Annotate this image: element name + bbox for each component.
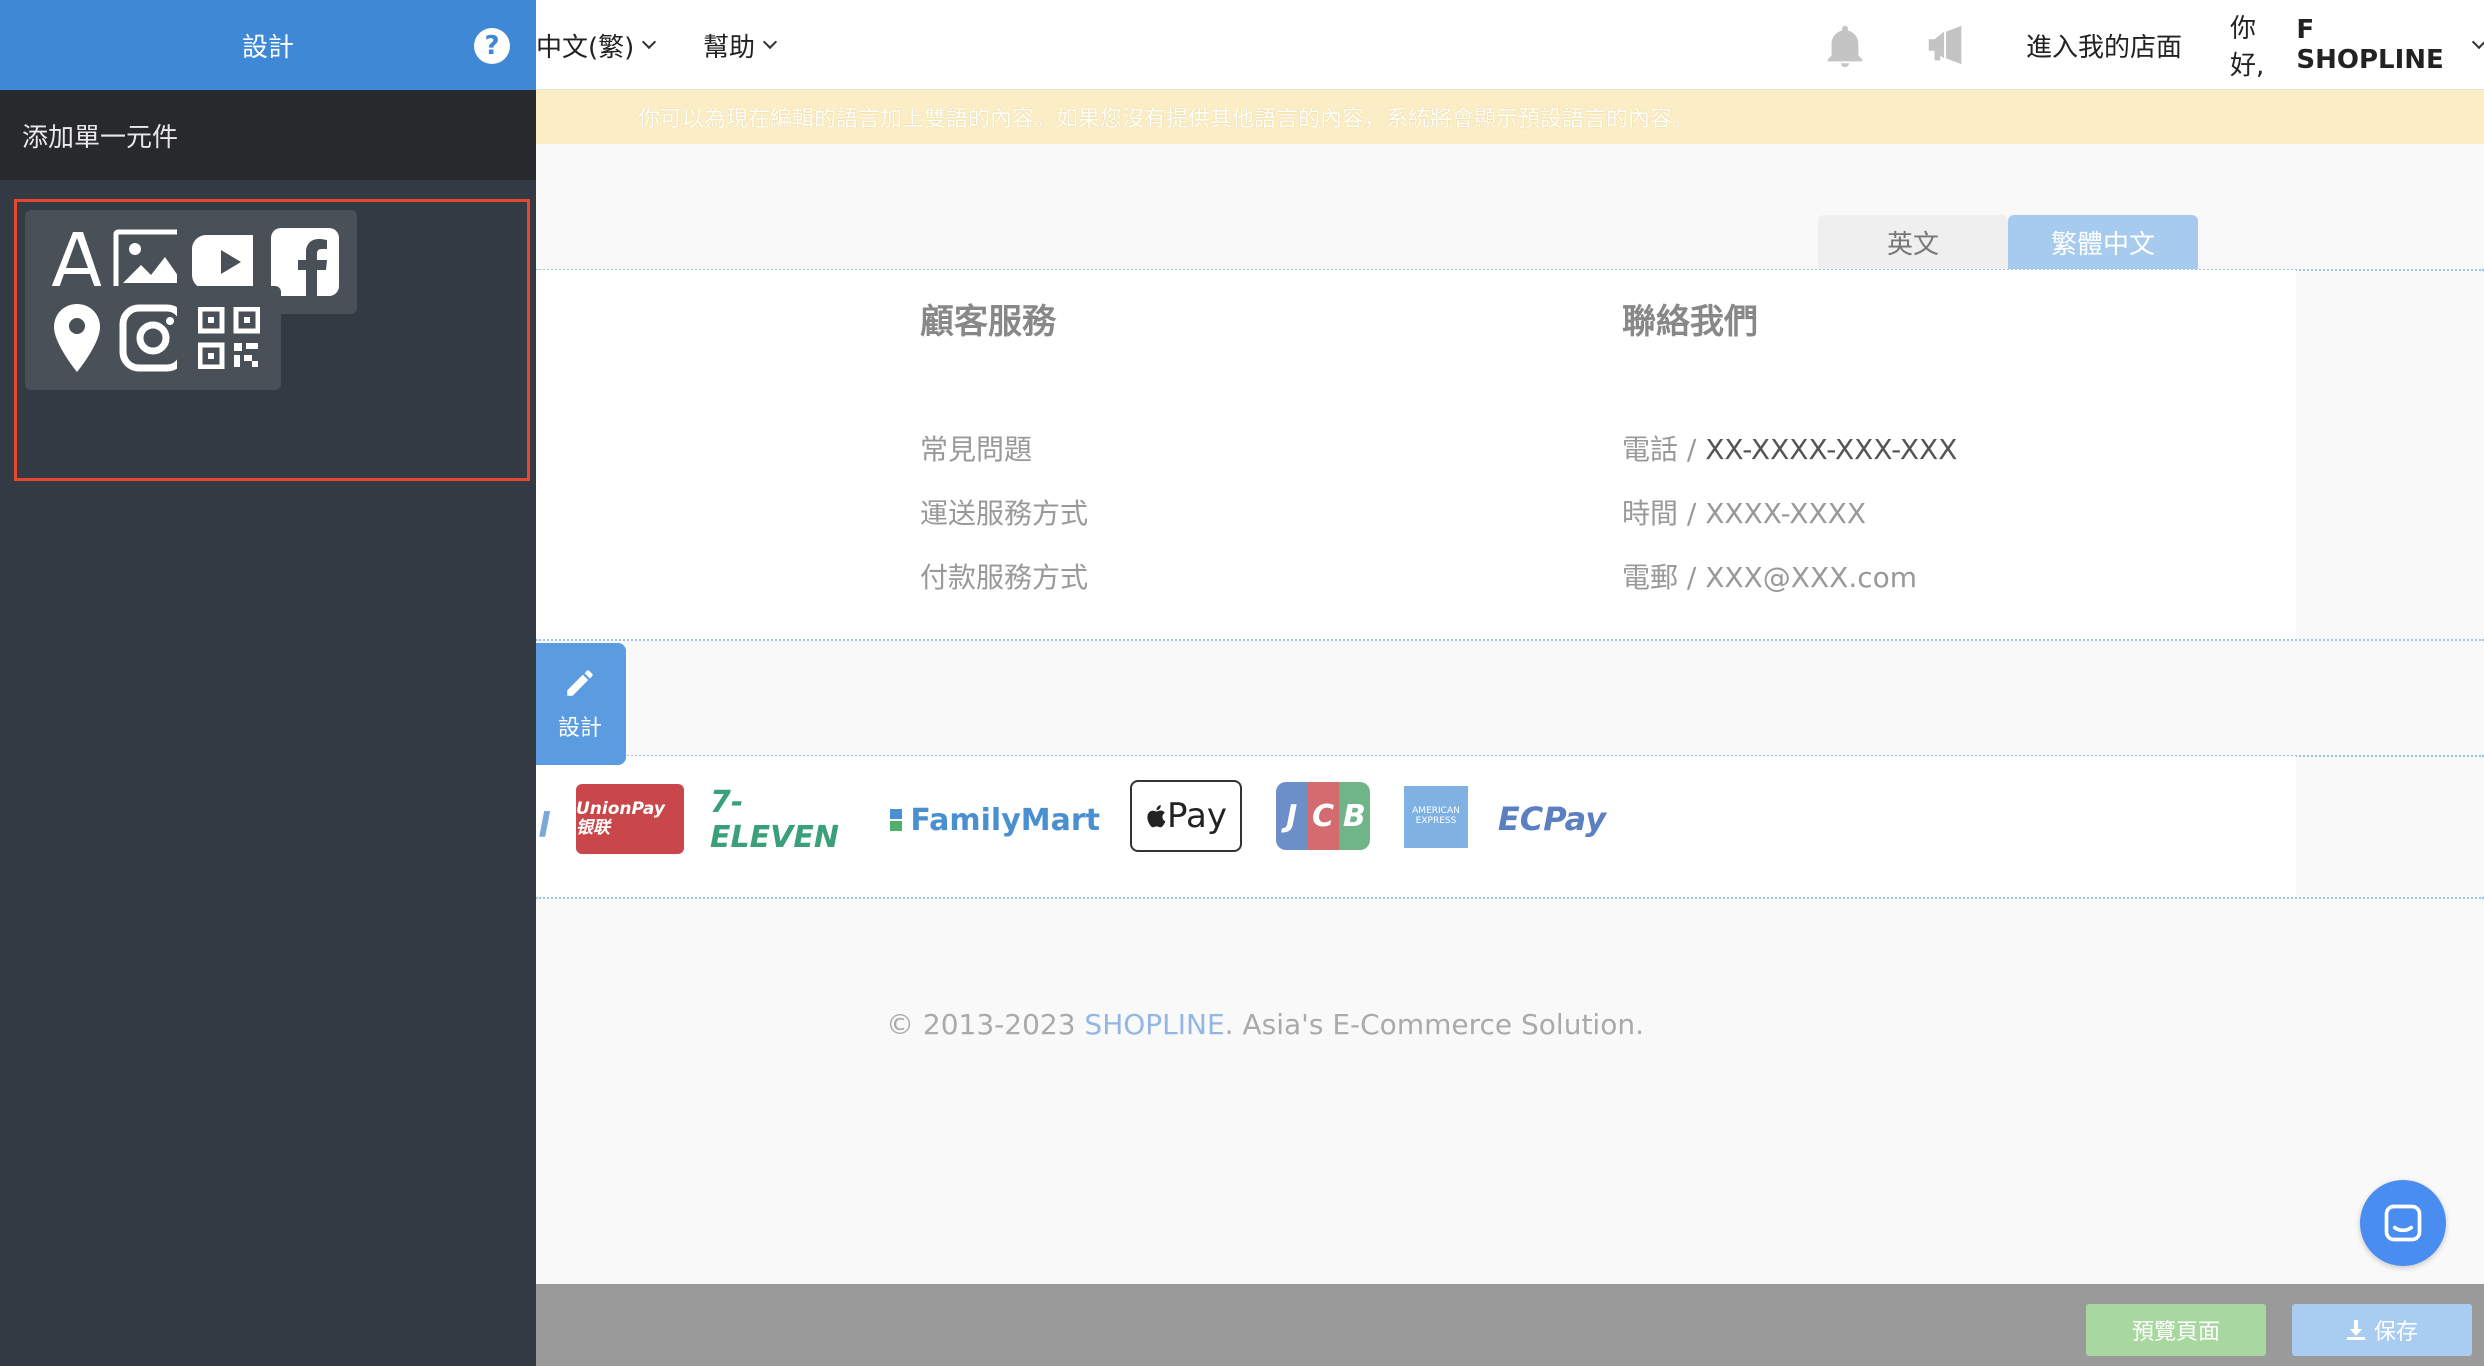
bell-icon[interactable]: [1822, 22, 1868, 70]
payment-link[interactable]: 付款服務方式: [920, 556, 1088, 596]
language-dropdown[interactable]: 中文(繁): [536, 0, 657, 90]
hours-value: XXXX-XXXX: [1705, 497, 1867, 530]
copyright-text: © 2013-2023 SHOPLINE. Asia's E-Commerce …: [886, 1008, 1644, 1041]
preview-page-button[interactable]: 預覽頁面: [2086, 1304, 2266, 1356]
jcb-logo: J C B: [1276, 782, 1370, 850]
phone-value: XX-XXXX-XXX-XXX: [1705, 433, 1958, 466]
widget-grid: [14, 199, 530, 481]
username-label: F SHOPLINE: [2296, 15, 2444, 75]
chevron-down-icon: [762, 34, 778, 50]
faq-link[interactable]: 常見問題: [920, 428, 1032, 468]
tab-traditional-chinese[interactable]: 繁體中文: [2008, 215, 2198, 269]
shipping-link[interactable]: 運送服務方式: [920, 492, 1088, 532]
ecpay-logo: ECPay: [1497, 800, 1607, 838]
user-menu[interactable]: 你好, F SHOPLINE: [2230, 0, 2484, 90]
help-label: 幫助: [703, 32, 756, 63]
hours-label: 時間 /: [1622, 497, 1706, 530]
chevron-down-icon: [642, 34, 657, 50]
save-label: 保存: [2373, 1320, 2418, 1345]
design-toggle-button[interactable]: 設計: [534, 643, 626, 765]
seven-eleven-logo: 7-ELEVEN: [710, 785, 839, 855]
chat-button[interactable]: [2360, 1180, 2446, 1266]
paypal-logo-partial: l: [538, 806, 550, 846]
email-label: 電郵 /: [1622, 561, 1706, 594]
customer-service-title: 顧客服務: [920, 302, 1056, 342]
shopline-link[interactable]: SHOPLINE: [1084, 1008, 1224, 1041]
qr-code-icon: [198, 307, 260, 369]
language-label: 中文(繁): [536, 32, 635, 63]
megaphone-icon[interactable]: [1922, 22, 1970, 68]
pencil-icon: [567, 670, 593, 696]
familymart-logo: FamilyMart: [890, 800, 1100, 840]
payment-logos-section[interactable]: l UnionPay 银联 7-ELEVEN FamilyMart Pay J …: [536, 756, 2296, 896]
phone-label: 電話 /: [1622, 433, 1706, 466]
add-element-label: 添加單一元件: [22, 122, 179, 153]
enter-store-link[interactable]: 進入我的店面: [2026, 0, 2182, 90]
amex-logo: AMERICAN EXPRESS: [1404, 786, 1468, 848]
footer-links-section[interactable]: 顧客服務 常見問題 運送服務方式 付款服務方式 聯絡我們 電話 / XX-XXX…: [536, 270, 2296, 640]
add-element-heading: 添加單一元件: [0, 90, 536, 180]
hours-item: 時間 / XXXX-XXXX: [1622, 492, 1866, 532]
contact-title: 聯絡我們: [1622, 302, 1758, 342]
help-icon[interactable]: ?: [474, 28, 510, 64]
help-dropdown[interactable]: 幫助: [703, 0, 778, 90]
chat-icon: [2384, 1204, 2422, 1242]
unionpay-logo: UnionPay 银联: [576, 784, 684, 854]
design-toggle-label: 設計: [557, 716, 602, 741]
email-item: 電郵 / XXX@XXX.com: [1622, 556, 1917, 596]
email-value: XXX@XXX.com: [1705, 561, 1918, 594]
language-tabs: 英文 繁體中文: [1818, 215, 2198, 269]
apple-pay-logo: Pay: [1130, 780, 1242, 852]
familymart-stripes-icon: [890, 809, 903, 831]
section-divider: [536, 639, 2484, 641]
facebook-icon: [271, 228, 339, 296]
phone-item: 電話 / XX-XXXX-XXX-XXX: [1622, 428, 1957, 468]
design-panel: 設計 ? 添加單一元件: [0, 0, 536, 1366]
notice-text: 你可以為現在編輯的語言加上雙語的內容。如果您沒有提供其他語言的內容，系統將會顯示…: [638, 107, 1695, 132]
apple-icon: [1147, 805, 1166, 828]
chevron-down-icon: [2472, 35, 2484, 49]
preview-page-label: 預覽頁面: [2131, 1320, 2220, 1345]
greeting-label: 你好,: [2230, 14, 2265, 81]
qrcode-widget[interactable]: [177, 286, 281, 390]
download-icon: [2346, 1320, 2365, 1340]
design-panel-header: 設計: [0, 0, 536, 90]
save-button[interactable]: 保存: [2292, 1304, 2472, 1356]
section-divider: [536, 897, 2484, 899]
enter-store-label: 進入我的店面: [2026, 32, 2183, 63]
tab-english[interactable]: 英文: [1818, 215, 2008, 269]
panel-title: 設計: [241, 32, 294, 63]
map-pin-icon: [54, 304, 100, 372]
